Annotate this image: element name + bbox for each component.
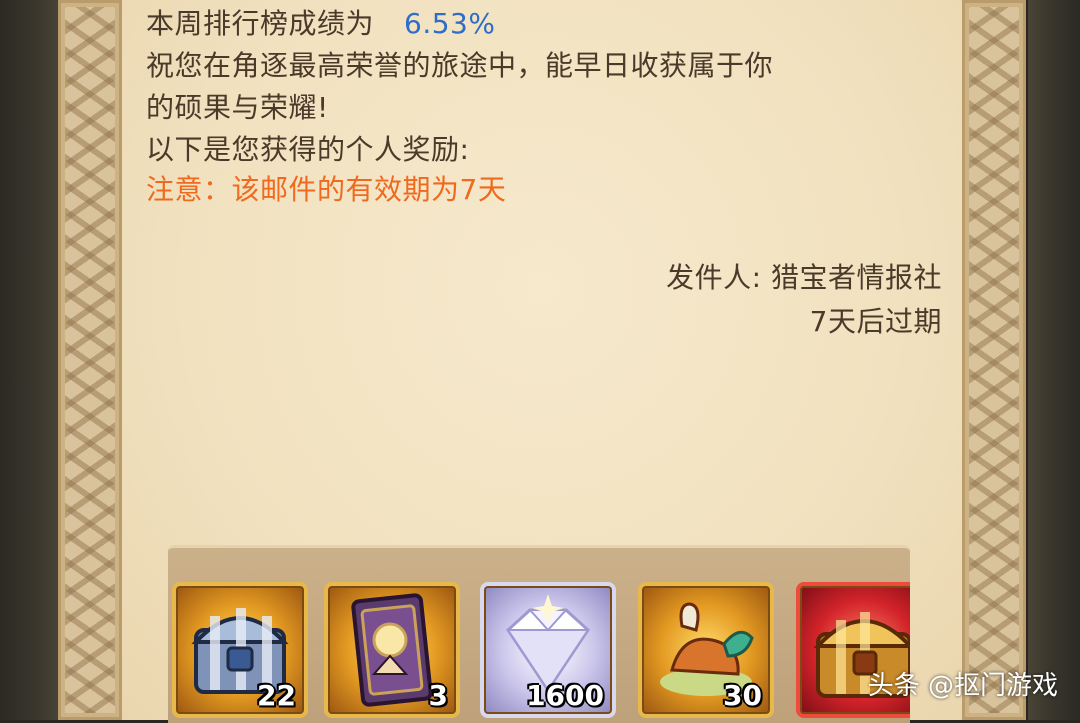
- reward-count: 22: [257, 679, 296, 712]
- left-frame: [0, 0, 62, 720]
- right-ornate-border: [962, 0, 1026, 720]
- reward-count: 30: [723, 679, 762, 712]
- rank-result-line: 本周排行榜成绩为 6.53%: [146, 2, 495, 42]
- reward-count: 3: [428, 679, 448, 712]
- reward-tray: 22 3 1600 30: [168, 545, 910, 723]
- left-ornate-border: [58, 0, 122, 720]
- right-frame: [1028, 0, 1080, 720]
- mail-expiry: 7天后过期: [809, 305, 942, 338]
- watermark: 头条 @抠门游戏: [867, 671, 1058, 701]
- expiry-notice: 注意：该邮件的有效期为7天: [146, 173, 507, 206]
- reward-item[interactable]: 22: [172, 582, 308, 718]
- reward-item[interactable]: 1600: [480, 582, 616, 718]
- reward-item[interactable]: 3: [324, 582, 460, 718]
- rank-result-label: 本周排行榜成绩为: [146, 7, 375, 40]
- mail-sender: 发件人: 猎宝者情报社: [666, 261, 942, 294]
- mail-body-line-3: 的硕果与荣耀!: [146, 91, 329, 124]
- rank-result-value: 6.53%: [404, 7, 496, 40]
- mail-body-line-4: 以下是您获得的个人奖励:: [146, 133, 470, 166]
- reward-count: 1600: [526, 679, 604, 712]
- reward-item[interactable]: 30: [638, 582, 774, 718]
- mail-body-line-2: 祝您在角逐最高荣誉的旅途中，能早日收获属于你: [146, 49, 774, 82]
